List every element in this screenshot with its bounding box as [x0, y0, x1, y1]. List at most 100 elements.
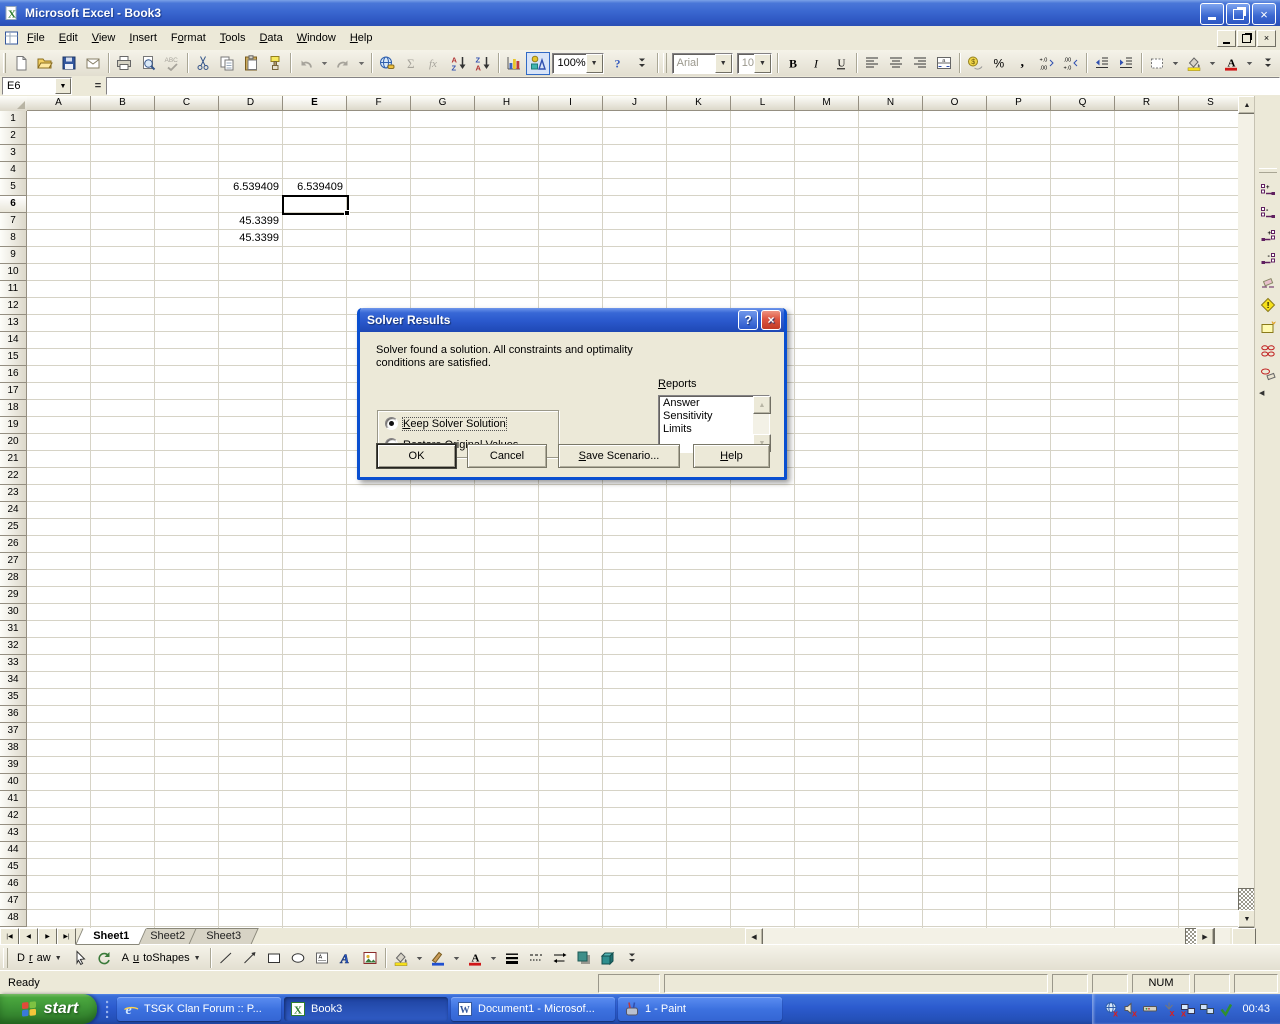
toolbar-options-icon[interactable] — [630, 52, 654, 75]
row-header-2[interactable]: 2 — [0, 128, 27, 145]
new-comment-icon[interactable] — [1256, 317, 1280, 339]
workbook-restore-button[interactable] — [1237, 30, 1256, 47]
row-header-36[interactable]: 36 — [0, 706, 27, 723]
chevron-down-icon[interactable] — [450, 947, 463, 970]
menu-data[interactable]: Data — [252, 29, 289, 47]
row-header-16[interactable]: 16 — [0, 366, 27, 383]
mail-icon[interactable] — [81, 52, 105, 75]
select-all-corner[interactable] — [0, 96, 28, 112]
chevron-down-icon[interactable]: ▼ — [715, 54, 732, 73]
line-color-icon[interactable] — [426, 947, 450, 970]
active-cell-E6[interactable] — [282, 195, 349, 215]
italic-icon[interactable]: I — [805, 52, 829, 75]
network-error-icon[interactable]: x — [1180, 1001, 1196, 1017]
fill-color-icon[interactable] — [1182, 52, 1206, 75]
column-header-P[interactable]: P — [987, 96, 1051, 111]
decrease-decimal-icon[interactable]: .00+.0 — [1059, 52, 1083, 75]
offline-globe-icon[interactable]: x — [1104, 1001, 1120, 1017]
column-header-G[interactable]: G — [411, 96, 475, 111]
zoom-combo[interactable]: 100% ▼ — [552, 53, 603, 74]
line-icon[interactable] — [214, 947, 238, 970]
report-item-sensitivity[interactable]: Sensitivity — [661, 410, 752, 423]
row-header-31[interactable]: 31 — [0, 621, 27, 638]
column-header-A[interactable]: A — [27, 96, 91, 111]
row-header-21[interactable]: 21 — [0, 451, 27, 468]
column-header-F[interactable]: F — [347, 96, 411, 111]
row-header-40[interactable]: 40 — [0, 774, 27, 791]
row-header-27[interactable]: 27 — [0, 553, 27, 570]
security-update-icon[interactable] — [1218, 1001, 1234, 1017]
column-header-H[interactable]: H — [475, 96, 539, 111]
row-header-42[interactable]: 42 — [0, 808, 27, 825]
sort-ascending-icon[interactable]: AZ — [447, 52, 471, 75]
row-header-15[interactable]: 15 — [0, 349, 27, 366]
rectangle-icon[interactable] — [262, 947, 286, 970]
underline-icon[interactable]: U — [829, 52, 853, 75]
drawing-icon[interactable] — [526, 52, 550, 75]
previous-sheet-button[interactable]: ◀ — [19, 928, 38, 945]
restore-button[interactable] — [1226, 3, 1250, 25]
row-header-37[interactable]: 37 — [0, 723, 27, 740]
row-header-19[interactable]: 19 — [0, 417, 27, 434]
arrow-style-icon[interactable] — [548, 947, 572, 970]
menu-format[interactable]: Format — [164, 29, 213, 47]
column-header-L[interactable]: L — [731, 96, 795, 111]
cells-area[interactable]: 6.5394096.53940945.339945.3399 — [27, 111, 1238, 928]
row-header-20[interactable]: 20 — [0, 434, 27, 451]
row-header-35[interactable]: 35 — [0, 689, 27, 706]
edit-formula-button[interactable]: = — [90, 80, 106, 92]
dropdown-icon[interactable] — [355, 52, 368, 75]
format-painter-icon[interactable] — [263, 52, 287, 75]
taskbar-button-document1-microsof-[interactable]: WDocument1 - Microsof... — [451, 997, 615, 1021]
save-icon[interactable] — [57, 52, 81, 75]
column-header-O[interactable]: O — [923, 96, 987, 111]
error-checking-icon[interactable]: ! — [1256, 294, 1280, 316]
chevron-down-icon[interactable]: ▼ — [754, 54, 771, 73]
row-header-32[interactable]: 32 — [0, 638, 27, 655]
dialog-help-icon[interactable]: ? — [738, 310, 758, 330]
taskbar-button-1-paint[interactable]: 1 - Paint — [618, 997, 782, 1021]
merge-center-icon[interactable]: a — [932, 52, 956, 75]
paste-icon[interactable] — [239, 52, 263, 75]
align-left-icon[interactable] — [860, 52, 884, 75]
row-header-25[interactable]: 25 — [0, 519, 27, 536]
row-header-5[interactable]: 5 — [0, 179, 27, 196]
toolbar-drag-handle[interactable] — [3, 53, 6, 73]
oval-icon[interactable] — [286, 947, 310, 970]
toolbar-drag-handle[interactable] — [3, 948, 8, 968]
font-color-icon[interactable]: A — [1219, 52, 1243, 75]
dropdown-icon[interactable] — [1206, 52, 1219, 75]
spelling-icon[interactable]: ABC — [160, 52, 184, 75]
cell-E5[interactable]: 6.539409 — [283, 179, 346, 195]
column-header-K[interactable]: K — [667, 96, 731, 111]
scroll-up-button[interactable]: ▲ — [753, 396, 771, 414]
report-item-answer[interactable]: Answer — [661, 397, 752, 410]
arrow-icon[interactable] — [238, 947, 262, 970]
row-header-44[interactable]: 44 — [0, 842, 27, 859]
row-header-6[interactable]: 6 — [0, 196, 27, 213]
chart-wizard-icon[interactable] — [502, 52, 526, 75]
row-header-26[interactable]: 26 — [0, 536, 27, 553]
line-style-icon[interactable] — [500, 947, 524, 970]
row-header-9[interactable]: 9 — [0, 247, 27, 264]
redo-icon[interactable] — [331, 52, 355, 75]
workbook-close-button[interactable]: × — [1257, 30, 1276, 47]
sheet-tab-sheet3[interactable]: Sheet3 — [188, 928, 258, 945]
row-header-48[interactable]: 48 — [0, 910, 27, 927]
column-header-M[interactable]: M — [795, 96, 859, 111]
text-box-icon[interactable]: A — [310, 947, 334, 970]
column-header-B[interactable]: B — [91, 96, 155, 111]
increase-decimal-icon[interactable]: +.0.00 — [1035, 52, 1059, 75]
fill-handle[interactable] — [344, 210, 350, 216]
remove-precedent-arrows-icon[interactable]: - — [1256, 202, 1280, 224]
row-header-1[interactable]: 1 — [0, 111, 27, 128]
remove-dependent-arrows-icon[interactable]: - — [1256, 248, 1280, 270]
percent-icon[interactable]: % — [987, 52, 1011, 75]
trace-precedents-icon[interactable]: + — [1256, 179, 1280, 201]
row-header-11[interactable]: 11 — [0, 281, 27, 298]
dialog-title-bar[interactable]: Solver Results ? × — [360, 308, 784, 332]
open-icon[interactable] — [33, 52, 57, 75]
column-header-S[interactable]: S — [1179, 96, 1238, 111]
minimize-button[interactable] — [1200, 3, 1224, 25]
draw-menu-button[interactable]: Draw ▼ — [11, 950, 68, 966]
